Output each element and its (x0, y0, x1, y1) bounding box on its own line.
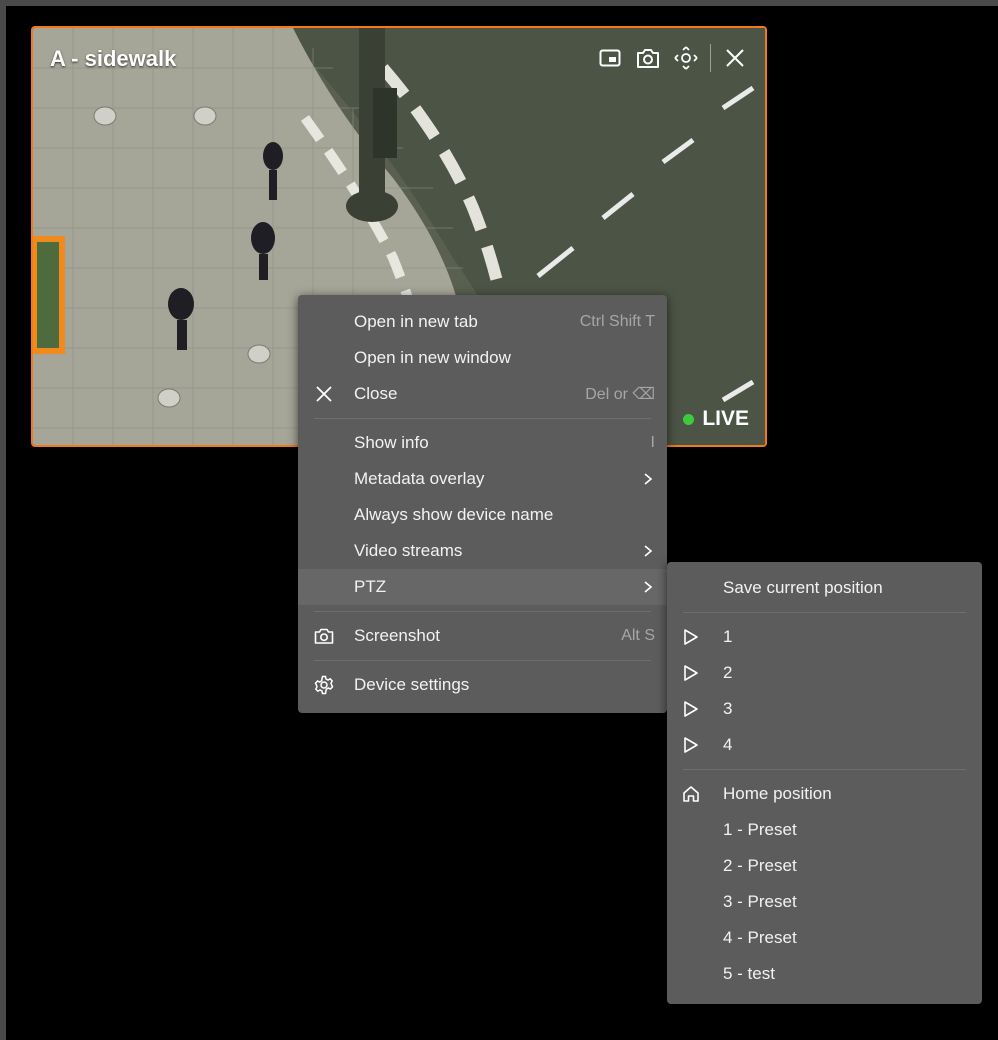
live-label: LIVE (702, 407, 749, 430)
menu-item-label: 2 (723, 663, 733, 682)
window-left-border (0, 0, 6, 1040)
menu-item-label: 2 - Preset (723, 856, 797, 875)
menu-item-label: Show info (354, 433, 429, 452)
camera-icon (314, 626, 334, 646)
menu-item-label: Video streams (354, 541, 463, 560)
gear-icon (314, 675, 334, 695)
chevron-right-icon (644, 581, 653, 593)
ptz-move-icon[interactable] (672, 44, 700, 72)
menu-item-label: 1 - Preset (723, 820, 797, 839)
play-icon (681, 735, 701, 755)
menu-item-label: 5 - test (723, 964, 775, 983)
live-indicator: LIVE (683, 407, 749, 431)
menu-item-label: 4 - Preset (723, 928, 797, 947)
live-dot-icon (683, 413, 695, 425)
menu-item-label: Device settings (354, 675, 470, 694)
menu-item-screenshot[interactable]: Screenshot Alt S (298, 618, 667, 654)
menu-separator (314, 611, 651, 612)
window-top-border (0, 0, 998, 6)
menu-item-label: Open in new tab (354, 312, 478, 331)
menu-item-open-new-window[interactable]: Open in new window (298, 340, 667, 376)
menu-separator (683, 769, 966, 770)
ptz-tour-item[interactable]: 4 (667, 727, 982, 763)
menu-item-label: 4 (723, 735, 733, 754)
ptz-preset-item[interactable]: 1 - Preset (667, 812, 982, 848)
close-icon (314, 384, 334, 404)
shortcut-label: Ctrl Shift T (579, 313, 655, 330)
play-icon (681, 663, 701, 683)
menu-item-ptz[interactable]: PTZ (298, 569, 667, 605)
context-menu: Open in new tab Ctrl Shift T Open in new… (298, 295, 667, 713)
screenshot-icon[interactable] (634, 44, 662, 72)
menu-item-open-new-tab[interactable]: Open in new tab Ctrl Shift T (298, 304, 667, 340)
menu-item-label: Save current position (723, 578, 883, 597)
shortcut-label: I (650, 434, 655, 451)
chevron-right-icon (644, 545, 653, 557)
menu-separator (314, 418, 651, 419)
menu-item-always-show-device-name[interactable]: Always show device name (298, 497, 667, 533)
shortcut-label: Del or ⌫ (585, 386, 655, 403)
menu-item-label: Home position (723, 784, 832, 803)
close-icon[interactable] (721, 44, 749, 72)
menu-item-close[interactable]: Close Del or ⌫ (298, 376, 667, 412)
menu-item-label: PTZ (354, 577, 387, 596)
ptz-tour-item[interactable]: 2 (667, 655, 982, 691)
menu-item-home-position[interactable]: Home position (667, 776, 982, 812)
menu-item-device-settings[interactable]: Device settings (298, 667, 667, 703)
picture-in-picture-icon[interactable] (596, 44, 624, 72)
menu-item-label: 3 - Preset (723, 892, 797, 911)
menu-item-label: Screenshot (354, 626, 440, 645)
ptz-preset-item[interactable]: 5 - test (667, 956, 982, 992)
menu-item-show-info[interactable]: Show info I (298, 425, 667, 461)
tile-title: A - sidewalk (50, 46, 177, 71)
chevron-right-icon (644, 473, 653, 485)
menu-item-label: Close (354, 384, 398, 403)
tile-toolbar (596, 42, 749, 74)
shortcut-label: Alt S (621, 627, 655, 644)
ptz-preset-item[interactable]: 3 - Preset (667, 884, 982, 920)
ptz-preset-item[interactable]: 4 - Preset (667, 920, 982, 956)
menu-item-label: Open in new window (354, 348, 511, 367)
menu-separator (683, 612, 966, 613)
menu-item-save-current-position[interactable]: Save current position (667, 570, 982, 606)
menu-item-label: Metadata overlay (354, 469, 485, 488)
ptz-submenu: Save current position 1 2 3 4 Home posit… (667, 562, 982, 1004)
menu-separator (314, 660, 651, 661)
toolbar-separator (710, 44, 711, 72)
play-icon (681, 627, 701, 647)
ptz-tour-item[interactable]: 3 (667, 691, 982, 727)
menu-item-label: Always show device name (354, 505, 554, 524)
ptz-preset-item[interactable]: 2 - Preset (667, 848, 982, 884)
menu-item-metadata-overlay[interactable]: Metadata overlay (298, 461, 667, 497)
home-icon (681, 784, 701, 804)
menu-item-label: 1 (723, 627, 733, 646)
menu-item-label: 3 (723, 699, 733, 718)
menu-item-video-streams[interactable]: Video streams (298, 533, 667, 569)
ptz-tour-item[interactable]: 1 (667, 619, 982, 655)
play-icon (681, 699, 701, 719)
